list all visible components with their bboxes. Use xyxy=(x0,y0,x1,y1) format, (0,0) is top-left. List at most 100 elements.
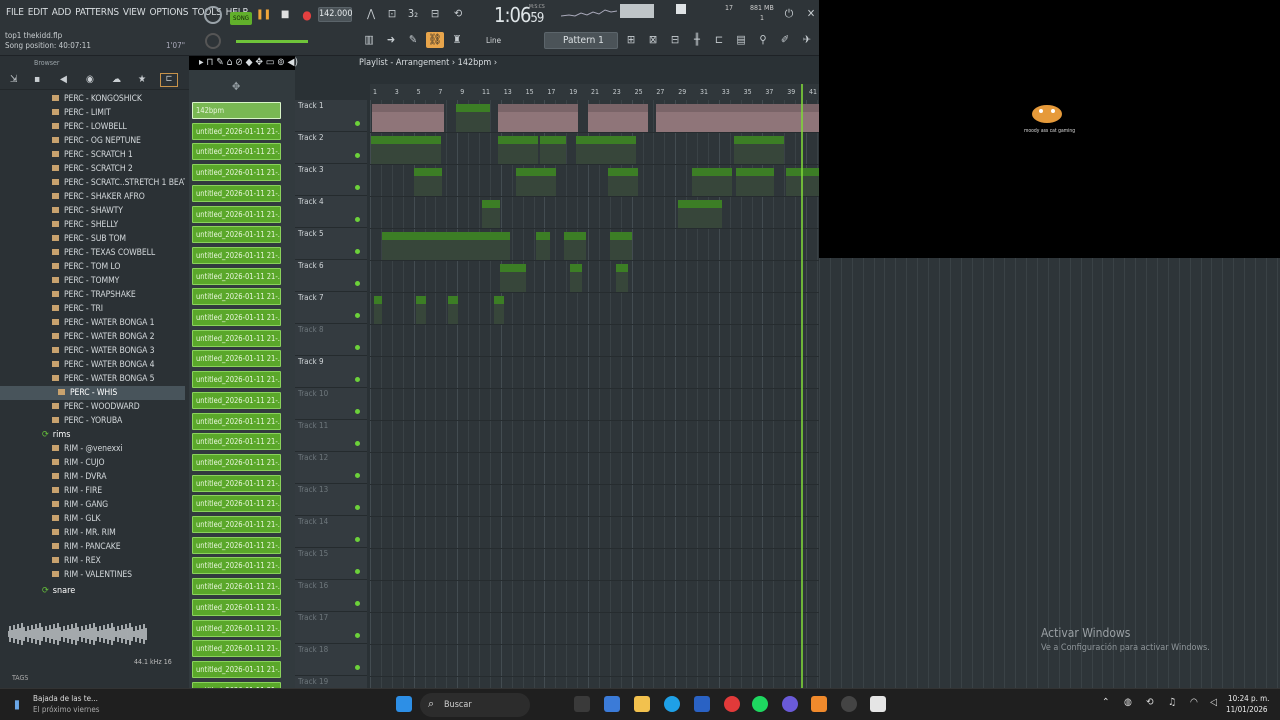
playlist-clip[interactable]: to..024 xyxy=(734,136,784,164)
task-view-icon[interactable] xyxy=(574,696,590,712)
step-edit-icon[interactable]: ⊟ xyxy=(426,6,444,22)
track-header[interactable]: Track 18 xyxy=(295,644,367,676)
collapse-icon[interactable]: ⇲ xyxy=(10,74,18,85)
pattern-clip[interactable]: untitled_2026-01-11 21-... xyxy=(192,288,281,306)
track-header[interactable]: Track 4 xyxy=(295,196,367,228)
pattern-clip[interactable]: untitled_2026-01-11 21-... xyxy=(192,122,281,140)
sync-icon[interactable]: ⟲ xyxy=(1146,697,1154,708)
tools-icons[interactable]: ▸ ⊓ ✎ ⌂ ⊘ ◆ ✥ ▭ ⊚ ◀) xyxy=(199,57,298,68)
browser-folder-snare[interactable]: ⟳ snare xyxy=(0,584,185,598)
playlist-clip[interactable]: 142bpm xyxy=(656,104,819,132)
pattern-clip[interactable]: untitled_2026-01-11 21-... xyxy=(192,267,281,285)
pattern-clip[interactable]: untitled_2026-01-11 21-... xyxy=(192,205,281,223)
playlist-clip[interactable]: un..4 xyxy=(516,168,556,196)
browser-item[interactable]: PERC - TRAPSHAKE xyxy=(0,288,185,302)
stamp-icon[interactable]: ♜ xyxy=(448,32,466,48)
playlist-clip[interactable]: unt..24 xyxy=(498,136,538,164)
pattern-selector[interactable]: Pattern 1 xyxy=(544,32,618,49)
browser-item[interactable]: PERC - WATER BONGA 3 xyxy=(0,344,185,358)
browser-item[interactable]: PERC - SCRATCH 2 xyxy=(0,162,185,176)
browser-item[interactable]: PERC - SCRATC..STRETCH 1 BEAT) xyxy=(0,176,185,190)
track-mute-led[interactable] xyxy=(355,281,360,286)
browser-item[interactable]: RIM - FIRE xyxy=(0,484,185,498)
playlist-clip[interactable] xyxy=(536,232,550,260)
tempo-display[interactable]: 142.000 xyxy=(318,7,352,22)
playlist-grid[interactable]: 142bpm 142bpm 142bpm 142bpm 142bpm unt..24 unt… xyxy=(370,100,819,688)
playlist-clip[interactable]: untit.._2024 xyxy=(576,136,636,164)
track-mute-led[interactable] xyxy=(355,505,360,510)
pattern-clip[interactable]: untitled_2026-01-11 21-... xyxy=(192,516,281,533)
playlist-clip[interactable] xyxy=(570,264,582,292)
browser-item[interactable]: PERC - WHIS xyxy=(0,386,185,400)
playlist-clip[interactable]: untitled_2026-01-11 21-58-30_2024 xyxy=(382,232,510,260)
browser-item[interactable]: RIM - CUJO xyxy=(0,456,185,470)
volume-icon[interactable]: ◁ xyxy=(1210,697,1217,708)
pattern-clip[interactable]: untitled_2026-01-11 21-... xyxy=(192,329,281,347)
piano-icon[interactable]: ▥ xyxy=(360,32,378,48)
track-mute-led[interactable] xyxy=(355,569,360,574)
playhead[interactable] xyxy=(801,84,803,688)
browser-item[interactable]: PERC - TEXAS COWBELL xyxy=(0,246,185,260)
browser-folder-rims[interactable]: ⟳ rims xyxy=(0,428,185,442)
pattern-song-toggle[interactable]: SONG xyxy=(230,12,252,25)
pattern-clip[interactable]: untitled_2026-01-11 21-... xyxy=(192,495,281,513)
pattern-clip[interactable]: untitled_2026-01-11 21-... xyxy=(192,246,281,264)
browser-item[interactable]: RIM - GLK xyxy=(0,512,185,526)
playlist-clip[interactable]: 142bpm xyxy=(588,104,648,132)
pattern-clip[interactable]: untitled_2026-01-11 21-... xyxy=(192,474,281,492)
playlist-clip[interactable] xyxy=(448,296,458,324)
record-mode-icon[interactable] xyxy=(204,6,222,24)
track-header[interactable]: Track 15 xyxy=(295,548,367,580)
playlist-clip[interactable]: unt..24 xyxy=(371,136,441,164)
track-header[interactable]: Track 11 xyxy=(295,420,367,452)
pattern-clip[interactable]: untitled_2026-01-11 21-... xyxy=(192,557,281,575)
pattern-clip[interactable]: untitled_2026-01-11 21-... xyxy=(192,640,281,658)
clock-time[interactable]: 10:24 p. m. xyxy=(1228,694,1269,703)
track-header[interactable]: Track 9 xyxy=(295,356,367,388)
playlist-clip[interactable] xyxy=(564,232,586,260)
track-mute-led[interactable] xyxy=(355,345,360,350)
playlist-clip[interactable] xyxy=(494,296,504,324)
camera-icon[interactable]: ✈ xyxy=(798,32,816,48)
browser-item[interactable]: PERC - SHELLY xyxy=(0,218,185,232)
menu-edit[interactable]: EDIT xyxy=(28,7,48,18)
track-mute-led[interactable] xyxy=(355,217,360,222)
browser-item[interactable]: PERC - WOODWARD xyxy=(0,400,185,414)
pattern-clip[interactable]: untitled_2026-01-11 21-... xyxy=(192,453,281,471)
plug-icon[interactable]: ⚲ xyxy=(754,32,772,48)
playlist-clip[interactable] xyxy=(610,232,632,260)
browser-item[interactable]: PERC - SHAWTY xyxy=(0,204,185,218)
pattern-clip[interactable]: untitled_2026-01-11 21-... xyxy=(192,433,281,451)
chevron-up-icon[interactable]: ⌃ xyxy=(1102,697,1110,708)
track-mute-led[interactable] xyxy=(355,441,360,446)
opera-icon[interactable] xyxy=(724,696,740,712)
file-icon[interactable]: ▪ xyxy=(34,74,40,85)
playlist-clip[interactable]: untt..24 xyxy=(692,168,732,196)
record-button[interactable]: ● xyxy=(300,8,314,22)
track-mute-led[interactable] xyxy=(355,249,360,254)
pattern-clip[interactable]: untitled_2026-01-11 21-... xyxy=(192,143,281,161)
metronome-icon[interactable]: ⋀ xyxy=(362,6,380,22)
piano-roll-icon[interactable]: ⊟ xyxy=(666,32,684,48)
browser-item[interactable]: PERC - WATER BONGA 1 xyxy=(0,316,185,330)
pattern-clip[interactable]: untitled_2026-01-11 21-... xyxy=(192,660,281,678)
play-button[interactable]: ❚❚ xyxy=(256,8,271,22)
clock-date[interactable]: 11/01/2026 xyxy=(1226,705,1267,714)
wait-input-icon[interactable]: ⊡ xyxy=(383,6,401,22)
start-icon[interactable] xyxy=(396,696,412,712)
mic-icon[interactable]: ♫ xyxy=(1168,697,1176,708)
draw-icon[interactable]: ✎ xyxy=(404,32,422,48)
menu-file[interactable]: FILE xyxy=(6,7,24,18)
playlist-clip[interactable]: un..4 xyxy=(500,264,526,292)
track-mute-led[interactable] xyxy=(355,601,360,606)
browser-item[interactable]: PERC - SCRATCH 1 xyxy=(0,148,185,162)
playlist-clip[interactable]: 142bpm xyxy=(456,104,490,132)
master-pitch-knob[interactable] xyxy=(205,33,221,49)
pattern-clip[interactable]: untitled_2026-01-11 21-... xyxy=(192,412,281,430)
link-icon[interactable]: ⛓ xyxy=(426,32,444,48)
file-explorer-icon[interactable] xyxy=(634,696,650,712)
track-header[interactable]: Track 1 xyxy=(295,100,367,132)
playlist-clip[interactable] xyxy=(616,264,628,292)
edge-icon[interactable] xyxy=(664,696,680,712)
plugin-icon[interactable]: ⊏ xyxy=(710,32,728,48)
